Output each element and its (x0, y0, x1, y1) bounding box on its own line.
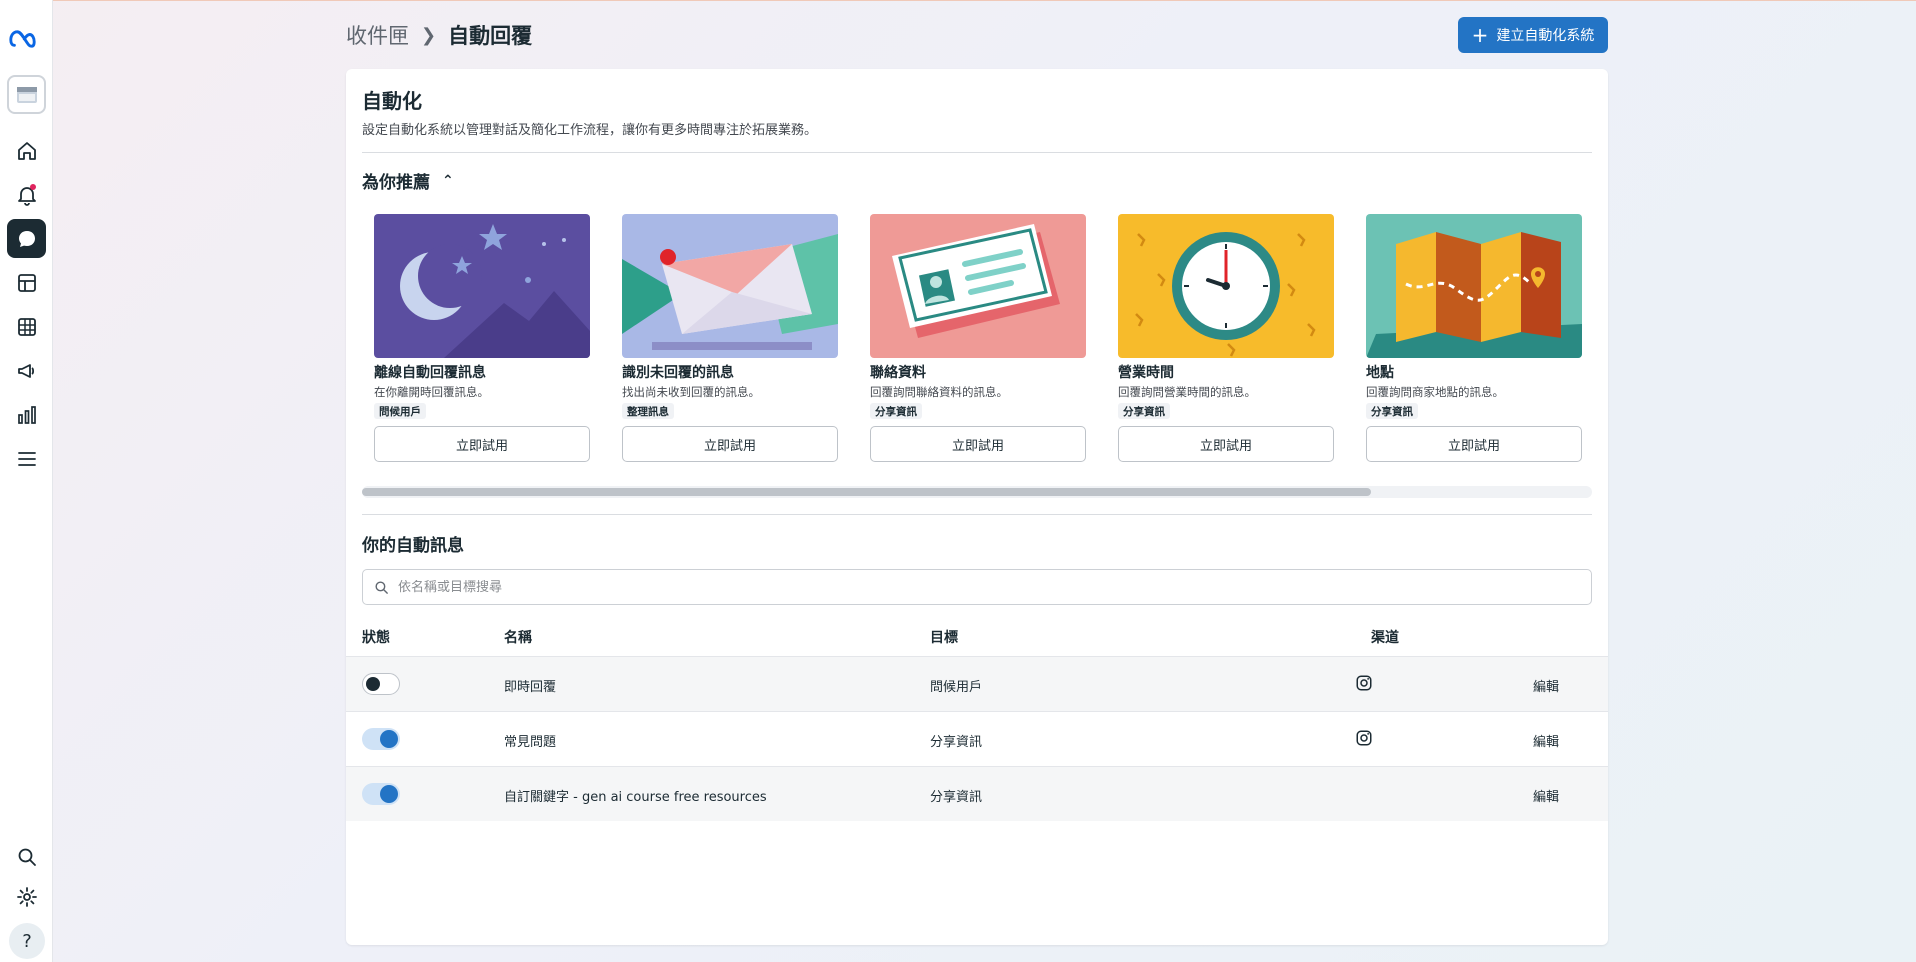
page-subtitle: 設定自動化系統以管理對話及簡化工作流程，讓你有更多時間專注於拓展業務。 (362, 123, 818, 138)
tile-tag: 分享資訊 (1118, 403, 1170, 419)
tile-tag: 問候用戶 (374, 403, 426, 419)
tile-description: 回覆詢問聯絡資料的訊息。 (870, 385, 1008, 399)
left-sidebar: ? (0, 0, 53, 962)
table-row[interactable]: 即時回覆 問候用戶 編輯 (346, 656, 1608, 711)
my-automations-heading: 你的自動訊息 (362, 536, 464, 556)
tile-description: 回覆詢問商家地點的訊息。 (1366, 385, 1504, 399)
table-row[interactable]: 自訂關鍵字 - gen ai course free resources 分享資… (346, 766, 1608, 821)
chevron-up-icon[interactable]: ⌃ (442, 173, 454, 189)
status-toggle[interactable] (362, 783, 400, 805)
moon-night-illustration (374, 214, 590, 358)
automation-name: 自訂關鍵字 - gen ai course free resources (504, 790, 767, 805)
notifications-icon[interactable] (7, 175, 46, 214)
try-now-button[interactable]: 立即試用 (374, 426, 590, 462)
search-icon (375, 580, 388, 594)
automation-name: 即時回覆 (504, 680, 557, 695)
try-now-button[interactable]: 立即試用 (1118, 426, 1334, 462)
recommended-heading: 為你推薦 (362, 173, 430, 193)
instagram-icon (1356, 675, 1372, 691)
plus-icon: + (1471, 23, 1489, 47)
instagram-icon (1356, 730, 1372, 746)
search-input[interactable] (398, 579, 1548, 595)
automation-goal: 分享資訊 (930, 790, 983, 805)
contact-card-illustration (870, 214, 1086, 358)
recommend-tile-location: 地點 回覆詢問商家地點的訊息。 分享資訊 立即試用 (1366, 214, 1582, 462)
page-avatar[interactable] (7, 75, 46, 114)
map-illustration (1366, 214, 1582, 358)
table-row[interactable]: 常見問題 分享資訊 編輯 (346, 711, 1608, 766)
column-channel: 渠道 (1371, 630, 1399, 646)
ads-icon[interactable] (7, 351, 46, 390)
recommend-tile-away: 離線自動回覆訊息 在你離開時回覆訊息。 問候用戶 立即試用 (374, 214, 590, 462)
search-box[interactable] (362, 569, 1592, 605)
carousel-scrollbar[interactable] (362, 486, 1592, 498)
try-now-button[interactable]: 立即試用 (870, 426, 1086, 462)
tile-title: 聯絡資料 (870, 365, 926, 381)
tile-title: 地點 (1366, 365, 1394, 381)
divider (362, 152, 1592, 153)
home-icon[interactable] (7, 131, 46, 170)
page-title: 自動化 (362, 89, 422, 113)
column-name: 名稱 (504, 630, 532, 646)
search-icon[interactable] (7, 837, 46, 876)
automation-goal: 問候用戶 (930, 680, 983, 695)
clock-illustration (1118, 214, 1334, 358)
column-status: 狀態 (362, 630, 390, 646)
create-automation-button[interactable]: + 建立自動化系統 (1458, 17, 1608, 53)
menu-icon[interactable] (7, 439, 46, 478)
automation-name: 常見問題 (504, 735, 557, 750)
tile-title: 離線自動回覆訊息 (374, 365, 486, 381)
recommend-tile-hours: 營業時間 回覆詢問營業時間的訊息。 分享資訊 立即試用 (1118, 214, 1334, 462)
automation-card: 自動化 設定自動化系統以管理對話及簡化工作流程，讓你有更多時間專注於拓展業務。 … (346, 69, 1608, 945)
meta-logo[interactable] (7, 19, 46, 58)
tile-tag: 分享資訊 (870, 403, 922, 419)
status-toggle[interactable] (362, 673, 400, 695)
insights-icon[interactable] (7, 395, 46, 434)
envelope-illustration (622, 214, 838, 358)
content-icon[interactable] (7, 263, 46, 302)
inbox-icon[interactable] (7, 219, 46, 258)
try-now-button[interactable]: 立即試用 (622, 426, 838, 462)
notification-dot (30, 184, 36, 190)
tile-title: 營業時間 (1118, 365, 1174, 381)
tile-description: 回覆詢問營業時間的訊息。 (1118, 385, 1256, 399)
table-header: 狀態 名稱 目標 渠道 (362, 627, 1608, 649)
tile-description: 找出尚未收到回覆的訊息。 (622, 385, 760, 399)
chevron-right-icon: ❯ (421, 24, 437, 46)
status-toggle[interactable] (362, 728, 400, 750)
try-now-button[interactable]: 立即試用 (1366, 426, 1582, 462)
breadcrumb: 收件匣 ❯ 自動回覆 (346, 20, 532, 50)
planner-icon[interactable] (7, 307, 46, 346)
recommend-tile-contact: 聯絡資料 回覆詢問聯絡資料的訊息。 分享資訊 立即試用 (870, 214, 1086, 462)
carousel-scrollbar-thumb[interactable] (362, 488, 1371, 496)
tile-tag: 分享資訊 (1366, 403, 1418, 419)
recommend-tile-unread: 識別未回覆的訊息 找出尚未收到回覆的訊息。 整理訊息 立即試用 (622, 214, 838, 462)
divider (362, 514, 1592, 515)
tile-description: 在你離開時回覆訊息。 (374, 385, 489, 399)
tile-title: 識別未回覆的訊息 (622, 365, 734, 381)
breadcrumb-current: 自動回覆 (448, 24, 533, 48)
automation-goal: 分享資訊 (930, 735, 983, 750)
settings-icon[interactable] (7, 877, 46, 916)
help-icon[interactable]: ? (9, 923, 45, 959)
top-border (0, 0, 1916, 1)
edit-link[interactable]: 編輯 (1533, 676, 1559, 695)
column-goal: 目標 (930, 630, 958, 646)
breadcrumb-inbox[interactable]: 收件匣 (346, 20, 409, 50)
tile-tag: 整理訊息 (622, 403, 674, 419)
recommended-carousel: 離線自動回覆訊息 在你離開時回覆訊息。 問候用戶 立即試用 識別未回覆的訊息 找… (374, 214, 1592, 471)
recommended-header[interactable]: 為你推薦 ⌃ (362, 168, 454, 194)
create-automation-label: 建立自動化系統 (1496, 28, 1595, 44)
edit-link[interactable]: 編輯 (1533, 731, 1559, 750)
edit-link[interactable]: 編輯 (1533, 786, 1559, 805)
